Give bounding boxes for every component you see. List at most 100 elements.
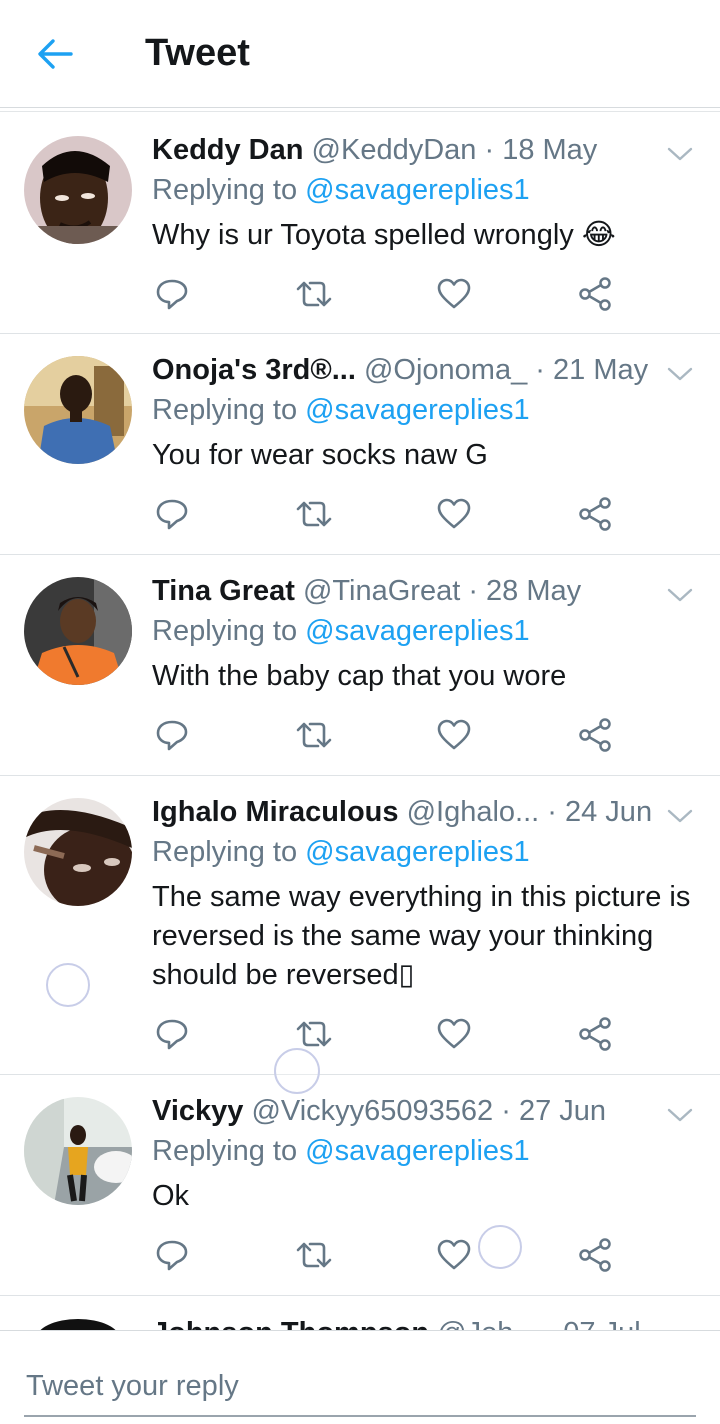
reply-icon <box>156 279 188 310</box>
tweet-text: Ok <box>152 1180 190 1212</box>
heart-icon <box>437 719 471 750</box>
share-button[interactable] <box>573 1012 617 1056</box>
touch-indicator <box>46 963 90 1007</box>
reply-button[interactable] <box>150 1012 194 1056</box>
heart-icon <box>437 498 471 529</box>
author-handle: @Ojonoma_ <box>363 354 528 386</box>
tweet-actions <box>0 1233 720 1283</box>
reply-icon <box>156 1240 188 1271</box>
share-icon <box>579 277 611 311</box>
tweet-date: · 21 May <box>535 354 649 386</box>
author-name[interactable]: Tina Great <box>152 575 295 607</box>
share-icon <box>579 497 611 531</box>
replying-label: Replying to <box>152 1135 306 1167</box>
avatar[interactable] <box>24 798 132 906</box>
tweet-text: Why is ur Toyota spelled wrongly 😂 <box>152 219 616 251</box>
tweet-menu-button[interactable] <box>666 802 694 830</box>
mention-link[interactable]: @savagereplies1 <box>305 394 530 426</box>
tweet-item[interactable]: Vickyy @Vickyy65093562 · 27 Jun Replying… <box>0 1075 720 1296</box>
tweet-menu-button[interactable] <box>666 1101 694 1129</box>
tweet-text: The same way everything in this picture … <box>152 881 691 991</box>
author-handle: @TinaGreat <box>302 575 461 607</box>
author-name[interactable]: Keddy Dan <box>152 134 303 166</box>
arrow-left-icon <box>38 38 73 69</box>
author-name[interactable]: Vickyy <box>152 1095 243 1127</box>
share-icon <box>579 1238 611 1272</box>
tweet-actions <box>0 713 720 763</box>
tweet-date: · 27 Jun <box>501 1095 607 1127</box>
reply-button[interactable] <box>150 1233 194 1277</box>
tweet-menu-button[interactable] <box>666 360 694 388</box>
tweet-item[interactable]: Ighalo Miraculous @Ighalo... · 24 Jun Re… <box>0 776 720 1075</box>
retweet-button[interactable] <box>292 492 336 536</box>
tweet-item[interactable]: Tina Great @TinaGreat · 28 May Replying … <box>0 555 720 776</box>
touch-indicator <box>274 1048 320 1094</box>
tweet-text: You for wear socks naw G <box>152 439 488 471</box>
reply-icon <box>156 1019 188 1050</box>
avatar[interactable] <box>24 1097 132 1205</box>
page-title: Tweet <box>145 32 250 74</box>
reply-icon <box>156 499 188 530</box>
share-button[interactable] <box>573 713 617 757</box>
share-icon <box>579 1017 611 1051</box>
header-bar: Tweet <box>0 0 720 112</box>
mention-link[interactable]: @savagereplies1 <box>305 174 530 206</box>
retweet-icon <box>296 501 332 527</box>
tweet-text: With the baby cap that you wore <box>152 660 567 692</box>
tweet-actions <box>0 492 720 542</box>
heart-icon <box>437 1239 471 1270</box>
tweet-item[interactable]: Onoja's 3rd®... @Ojonoma_ · 21 May Reply… <box>0 334 720 555</box>
heart-icon <box>437 278 471 309</box>
like-button[interactable] <box>432 713 476 757</box>
retweet-icon <box>296 281 332 307</box>
back-button[interactable] <box>0 0 110 108</box>
reply-button[interactable] <box>150 272 194 316</box>
share-button[interactable] <box>573 272 617 316</box>
avatar[interactable] <box>24 577 132 685</box>
tweet-date: · 18 May <box>484 134 598 166</box>
mention-link[interactable]: @savagereplies1 <box>305 1135 530 1167</box>
retweet-icon <box>296 1021 332 1047</box>
share-button[interactable] <box>573 492 617 536</box>
like-button[interactable] <box>432 272 476 316</box>
like-button[interactable] <box>432 1012 476 1056</box>
retweet-button[interactable] <box>292 1233 336 1277</box>
reply-icon <box>156 720 188 751</box>
share-button[interactable] <box>573 1233 617 1277</box>
avatar[interactable] <box>24 136 132 244</box>
reply-list: Keddy Dan @KeddyDan · 18 May Replying to… <box>0 114 720 1296</box>
like-button[interactable] <box>432 1233 476 1277</box>
avatar[interactable] <box>24 356 132 464</box>
heart-icon <box>437 1018 471 1049</box>
author-name[interactable]: Ighalo Miraculous <box>152 796 399 828</box>
tweet-item[interactable]: Keddy Dan @KeddyDan · 18 May Replying to… <box>0 114 720 334</box>
mention-link[interactable]: @savagereplies1 <box>305 836 530 868</box>
reply-button[interactable] <box>150 492 194 536</box>
chevron-down-icon <box>667 809 693 823</box>
tweet-menu-button[interactable] <box>666 140 694 168</box>
reply-input[interactable] <box>24 1357 696 1417</box>
retweet-button[interactable] <box>292 272 336 316</box>
mention-link[interactable]: @savagereplies1 <box>305 615 530 647</box>
chevron-down-icon <box>667 147 693 161</box>
replying-label: Replying to <box>152 615 306 647</box>
tweet-date: · 24 Jun <box>547 796 653 828</box>
replying-label: Replying to <box>152 394 306 426</box>
retweet-button[interactable] <box>292 713 336 757</box>
author-handle: @Vickyy65093562 <box>251 1095 494 1127</box>
tweet-date: · 28 May <box>468 575 582 607</box>
tweet-actions <box>0 1012 720 1062</box>
chevron-down-icon <box>667 1108 693 1122</box>
author-name[interactable]: Onoja's 3rd®... <box>152 354 356 386</box>
replying-label: Replying to <box>152 836 306 868</box>
tweet-item-partial[interactable]: Johnson Thompson @Joh... · 07 Jul <box>0 1295 720 1335</box>
replying-label: Replying to <box>152 174 306 206</box>
reply-button[interactable] <box>150 713 194 757</box>
tweet-menu-button[interactable] <box>666 581 694 609</box>
like-button[interactable] <box>432 492 476 536</box>
share-icon <box>579 718 611 752</box>
retweet-icon <box>296 722 332 748</box>
retweet-icon <box>296 1242 332 1268</box>
chevron-down-icon <box>667 367 693 381</box>
tweet-screen: Tweet Keddy Dan @KeddyDan · 18 May Reply… <box>0 0 720 1424</box>
